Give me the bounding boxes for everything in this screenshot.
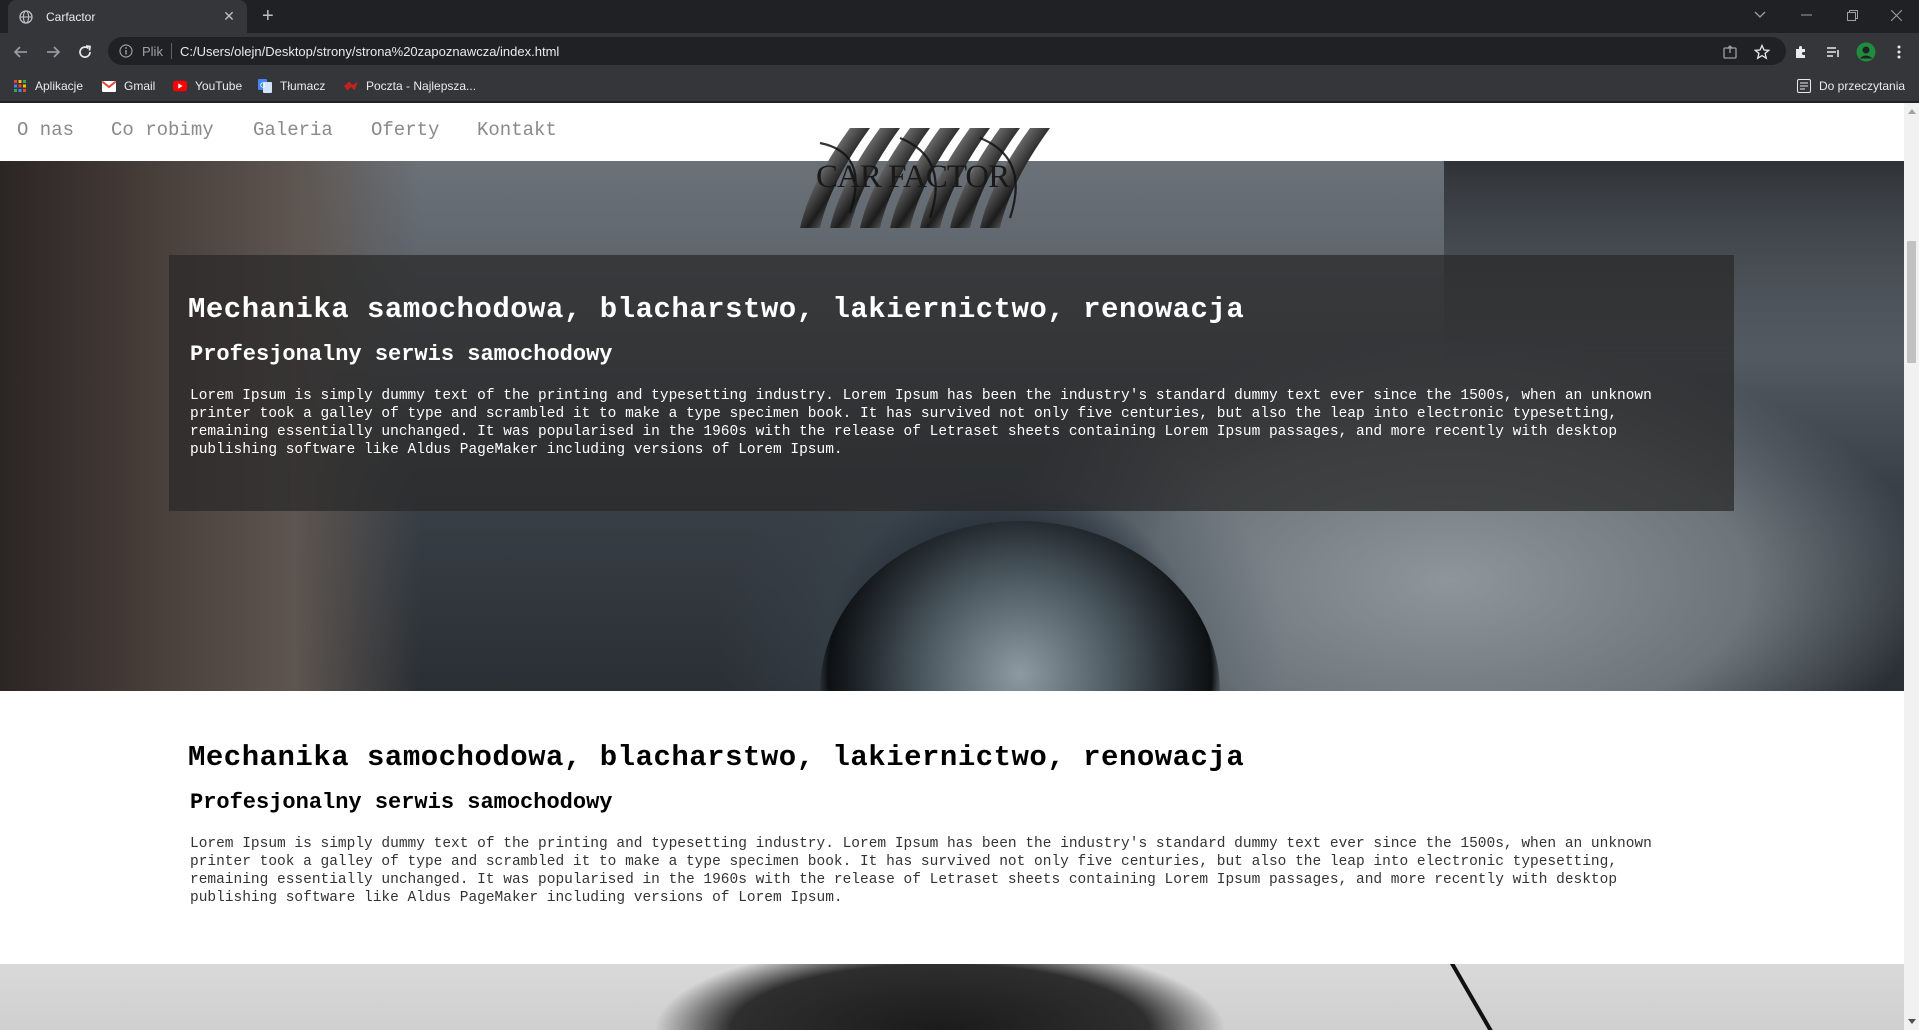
- svg-text:G: G: [260, 82, 265, 90]
- bookmark-label: YouTube: [195, 79, 243, 93]
- bookmark-label: Gmail: [124, 79, 156, 93]
- nav-link-galeria[interactable]: Galeria: [253, 119, 333, 141]
- url-scheme-label: Plik: [142, 43, 163, 59]
- close-window-button[interactable]: [1873, 0, 1919, 30]
- bookmark-star-icon[interactable]: [1752, 42, 1772, 62]
- reading-list-button[interactable]: Do przeczytania: [1797, 77, 1905, 95]
- gallery-image-wiper: [1450, 964, 1494, 1030]
- tab-strip: Carfactor ✕ +: [0, 0, 1919, 33]
- scroll-down-arrow-icon[interactable]: [1908, 1019, 1916, 1024]
- section-body-text: Lorem Ipsum is simply dummy text of the …: [190, 836, 1652, 906]
- scroll-up-arrow-icon[interactable]: [1908, 109, 1916, 114]
- browser-toolbar: Plik C:/Users/olejn/Desktop/strony/stron…: [0, 33, 1919, 70]
- scrollbar-thumb[interactable]: [1907, 241, 1916, 363]
- nav-link-o-nas[interactable]: O nas: [17, 119, 74, 141]
- reading-list-label: Do przeczytania: [1819, 79, 1906, 93]
- gmail-icon: [102, 79, 116, 93]
- translate-icon: G: [258, 79, 272, 93]
- new-tab-button[interactable]: +: [262, 6, 274, 26]
- nav-link-co-robimy[interactable]: Co robimy: [111, 119, 214, 141]
- share-icon[interactable]: [1720, 42, 1740, 62]
- url-text[interactable]: C:/Users/olejn/Desktop/strony/strona%20z…: [180, 44, 559, 59]
- hero-title: Mechanika samochodowa, blacharstwo, laki…: [188, 293, 1245, 326]
- browser-tab[interactable]: Carfactor ✕: [8, 0, 247, 33]
- bookmark-aplikacje[interactable]: Aplikacje: [13, 77, 83, 95]
- more-menu-icon[interactable]: [1889, 42, 1909, 62]
- back-arrow-icon[interactable]: [8, 39, 34, 65]
- nav-link-kontakt[interactable]: Kontakt: [477, 119, 557, 141]
- extensions-puzzle-icon[interactable]: [1791, 42, 1811, 62]
- youtube-icon: [173, 79, 187, 93]
- tab-search-chevron-icon[interactable]: [1737, 0, 1783, 30]
- info-icon[interactable]: [118, 43, 134, 59]
- logo-text: CAR FACTOR: [816, 159, 1010, 195]
- gallery-image-car: [560, 964, 1320, 1030]
- bookmark-tlumacz[interactable]: G Tłumacz: [258, 77, 325, 95]
- divider: [170, 43, 172, 59]
- bookmark-gmail[interactable]: Gmail: [102, 77, 155, 95]
- nav-link-oferty[interactable]: Oferty: [371, 119, 439, 141]
- hero-text-box: Mechanika samochodowa, blacharstwo, laki…: [169, 255, 1734, 511]
- forward-arrow-icon[interactable]: [40, 39, 66, 65]
- address-bar[interactable]: Plik C:/Users/olejn/Desktop/strony/stron…: [108, 37, 1786, 65]
- tab-title: Carfactor: [46, 9, 96, 24]
- close-tab-icon[interactable]: ✕: [221, 8, 237, 25]
- globe-icon: [18, 9, 34, 25]
- gallery-image: [0, 964, 1904, 1030]
- reload-icon[interactable]: [72, 39, 98, 65]
- media-queue-icon[interactable]: [1823, 42, 1843, 62]
- restore-button[interactable]: [1829, 0, 1875, 30]
- hero-background-headlight: [820, 521, 1220, 691]
- hero-body-text: Lorem Ipsum is simply dummy text of the …: [190, 388, 1652, 458]
- page-scrollbar[interactable]: [1904, 103, 1919, 1030]
- page-viewport: O nas Co robimy Galeria Oferty Kontakt C…: [0, 103, 1904, 1030]
- mail-icon: [344, 79, 358, 93]
- bookmark-label: Poczta - Najlepsza...: [366, 79, 477, 93]
- about-section: Mechanika samochodowa, blacharstwo, laki…: [0, 691, 1904, 964]
- bookmark-label: Tłumacz: [280, 79, 326, 93]
- hero-subtitle: Profesjonalny serwis samochodowy: [190, 342, 613, 367]
- section-title: Mechanika samochodowa, blacharstwo, laki…: [188, 741, 1245, 774]
- apps-grid-icon: [13, 79, 27, 93]
- bookmark-poczta[interactable]: Poczta - Najlepsza...: [344, 77, 476, 95]
- bookmark-youtube[interactable]: YouTube: [173, 77, 242, 95]
- bookmarks-bar: Aplikacje Gmail YouTube G Tłumacz Poczta…: [0, 70, 1919, 102]
- carfactor-logo[interactable]: CAR FACTOR: [790, 123, 1070, 233]
- minimize-button[interactable]: [1783, 0, 1829, 30]
- profile-avatar[interactable]: [1856, 42, 1876, 62]
- hero-banner: Mechanika samochodowa, blacharstwo, laki…: [0, 161, 1904, 691]
- reading-list-icon: [1797, 79, 1811, 93]
- bookmark-label: Aplikacje: [35, 79, 84, 93]
- section-subtitle: Profesjonalny serwis samochodowy: [190, 790, 613, 815]
